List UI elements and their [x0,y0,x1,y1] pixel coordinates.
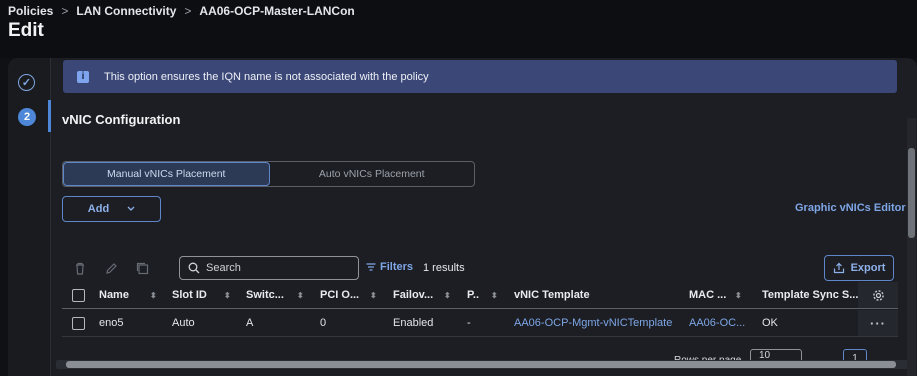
vnic-table: Name ⬍ Slot ID ⬍ Switc... ⬍ PCI O... ⬍ F… [62,282,898,337]
search-icon [188,262,200,274]
export-label: Export [850,262,886,274]
cell-switch: A [246,317,254,329]
horizontal-scrollbar[interactable] [56,360,913,369]
current-step-indicator [48,100,51,132]
add-button-label: Add [87,203,110,215]
column-header-slot-id[interactable]: Slot ID [172,282,207,308]
sort-icon[interactable]: ⬍ [444,291,451,300]
sort-icon[interactable]: ⬍ [297,291,304,300]
sort-icon[interactable]: ⬍ [491,291,498,300]
filters-label: Filters [380,261,414,273]
sort-icon[interactable]: ⬍ [735,291,742,300]
breadcrumb-lan-connectivity[interactable]: LAN Connectivity [76,4,176,18]
column-header-switch[interactable]: Switc... [246,282,284,308]
vertical-scrollbar-thumb[interactable] [908,148,915,238]
section-title: vNIC Configuration [62,112,181,127]
row-actions-menu-icon[interactable]: ··· [858,310,898,336]
breadcrumb-separator: > [61,4,69,18]
column-header-p[interactable]: P.. [467,282,479,308]
column-header-name[interactable]: Name [99,282,129,308]
chevron-down-icon [127,206,135,211]
table-header-row: Name ⬍ Slot ID ⬍ Switc... ⬍ PCI O... ⬍ F… [62,282,898,309]
column-header-mac[interactable]: MAC ... [689,282,726,308]
wizard-stepper: ✓ 2 [8,58,51,376]
column-settings-gear-icon[interactable] [858,282,898,308]
cell-template-sync: OK [762,317,778,329]
search-input-wrapper [179,256,359,280]
step-current-number[interactable]: 2 [18,108,36,126]
column-header-pci-order[interactable]: PCI O... [320,282,359,308]
cell-slot-id: Auto [172,317,195,329]
row-checkbox[interactable] [72,310,85,336]
add-dropdown-button[interactable]: Add [62,196,161,222]
cell-pci-order: 0 [320,317,327,329]
manual-placement-button[interactable]: Manual vNICs Placement [63,162,270,186]
select-all-checkbox[interactable] [72,282,85,308]
graphic-vnics-editor-link[interactable]: Graphic vNICs Editor [795,202,906,214]
breadcrumb-separator: > [184,4,192,18]
edit-pencil-icon[interactable] [104,261,118,275]
step-completed-check-icon[interactable]: ✓ [18,74,35,91]
sort-icon[interactable]: ⬍ [370,291,377,300]
column-header-template-sync[interactable]: Template Sync S... [762,282,858,308]
cell-failover: Enabled [393,317,434,329]
filter-icon [366,263,376,271]
info-banner-text: This option ensures the IQN name is not … [104,70,429,83]
column-header-failover[interactable]: Failov... [393,282,433,308]
export-button[interactable]: Export [824,255,894,281]
delete-icon[interactable] [73,261,87,275]
page-title: Edit [8,20,44,41]
page-header: Policies > LAN Connectivity > AA06-OCP-M… [0,0,917,58]
mac-pool-link[interactable]: AA06-OC... [689,310,745,336]
vertical-scrollbar[interactable] [907,118,916,376]
breadcrumb: Policies > LAN Connectivity > AA06-OCP-M… [8,4,355,18]
search-input[interactable] [204,261,348,275]
table-row[interactable]: eno5 Auto A 0 Enabled - AA06-OCP-Mgmt-vN… [62,310,898,337]
auto-placement-button[interactable]: Auto vNICs Placement [270,162,475,186]
horizontal-scrollbar-thumb[interactable] [66,361,896,368]
vnic-placement-toggle: Manual vNICs Placement Auto vNICs Placem… [62,161,475,187]
breadcrumb-policies[interactable]: Policies [8,4,53,18]
sort-icon[interactable]: ⬍ [150,291,157,300]
export-icon [833,262,844,274]
column-header-vnic-template[interactable]: vNIC Template [514,282,590,308]
edit-panel: ✓ 2 i This option ensures the IQN name i… [8,58,917,376]
cell-p: - [467,317,471,329]
results-count: 1 results [423,262,465,274]
cell-name: eno5 [99,317,124,329]
info-banner: i This option ensures the IQN name is no… [63,60,897,93]
breadcrumb-policy-name: AA06-OCP-Master-LANCon [199,4,355,18]
clone-icon[interactable] [135,261,149,275]
info-icon: i [77,70,89,83]
vnic-template-link[interactable]: AA06-OCP-Mgmt-vNICTemplate [514,310,672,336]
sort-icon[interactable]: ⬍ [224,291,231,300]
filters-button[interactable]: Filters [366,261,413,273]
